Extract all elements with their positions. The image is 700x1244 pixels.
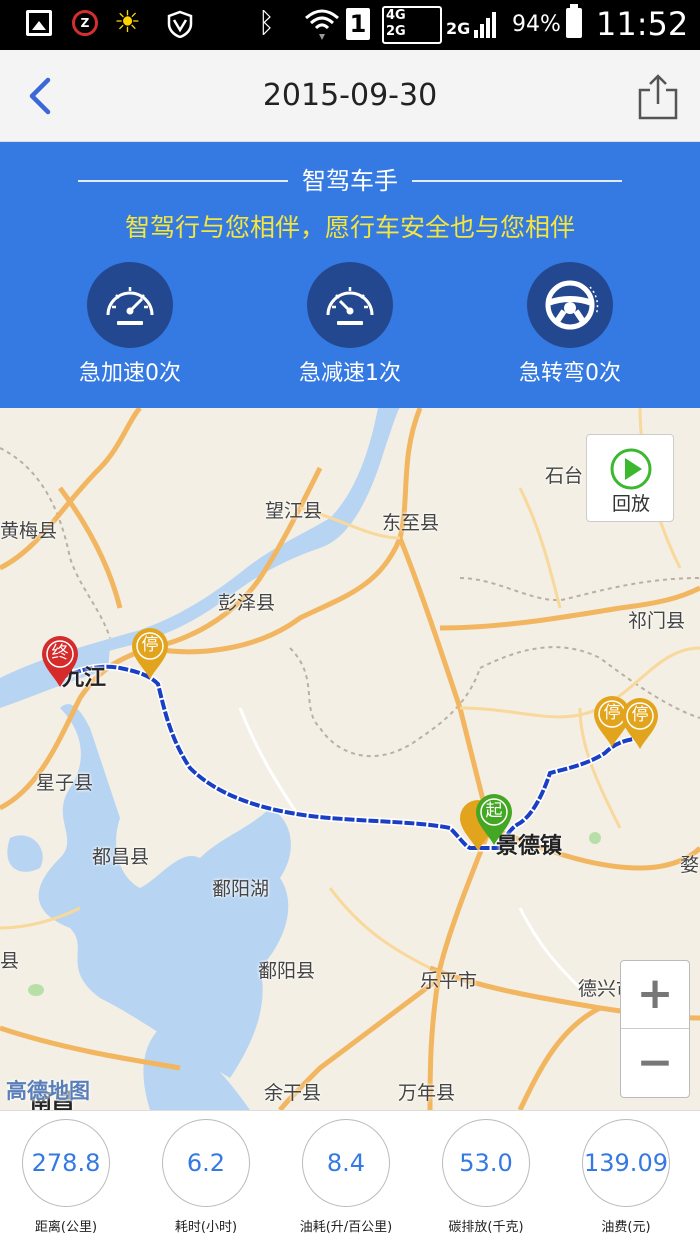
stat-label: 急加速0次 xyxy=(79,361,181,386)
map-label-huangmei: 黄梅县 xyxy=(0,520,58,542)
metric-label: 油费(元) xyxy=(601,1220,651,1235)
route-map[interactable]: 黄梅县 望江县 东至县 石台 彭泽县 祁门县 九江 星子县 都昌县 景德镇 鄱阳… xyxy=(0,408,700,1110)
zoom-in-button[interactable]: + xyxy=(621,961,689,1029)
sun-icon: ☀ xyxy=(114,5,141,40)
network-2g-top-label: 2G xyxy=(386,24,406,39)
stat-label: 急转弯0次 xyxy=(519,361,621,386)
map-label-leping: 乐平市 xyxy=(420,970,478,992)
stat-hard-acceleration: 急加速0次 xyxy=(40,262,220,390)
map-label-xingzi: 星子县 xyxy=(36,772,94,794)
steering-wheel-icon xyxy=(527,262,613,348)
map-label-duchang: 都昌县 xyxy=(92,846,150,868)
start-marker-label: 起 xyxy=(485,801,503,821)
stop-marker[interactable]: 停 xyxy=(130,628,170,680)
sim-slot-icon: 1 xyxy=(346,8,370,40)
network-4g-label: 4G xyxy=(386,8,406,23)
gallery-icon xyxy=(26,10,52,36)
battery-icon xyxy=(566,4,582,38)
stop-marker[interactable]: 停 xyxy=(620,698,660,750)
map-label-pengze: 彭泽县 xyxy=(218,592,276,614)
metric-label: 油耗(升/百公里) xyxy=(299,1220,393,1235)
signal-2g-label: 2G xyxy=(446,19,470,38)
signal-2g-icon: 2G xyxy=(446,12,496,38)
zoom-out-button[interactable]: − xyxy=(621,1030,689,1098)
map-label-poyang: 鄱阳县 xyxy=(258,960,316,982)
metric-fuel-cost: 139.09 油费(元) xyxy=(556,1119,696,1237)
divider-right xyxy=(412,180,622,182)
map-label-edge-xian: 县 xyxy=(0,950,20,972)
play-icon xyxy=(610,448,652,490)
metric-value: 139.09 xyxy=(582,1119,670,1207)
zoom-control: + − xyxy=(620,960,690,1098)
metric-distance: 278.8 距离(公里) xyxy=(0,1119,136,1237)
stop-marker-label: 停 xyxy=(631,705,649,725)
stat-sharp-turn: 急转弯0次 xyxy=(480,262,660,390)
map-label-wannian: 万年县 xyxy=(398,1082,456,1104)
map-label-qimen: 祁门县 xyxy=(628,610,686,632)
trip-detail-screen: Z ☀ ᛒ 1 4G 2G 2G 94% 11:52 2015-09-30 智驾… xyxy=(0,0,700,1244)
share-button[interactable] xyxy=(634,72,682,122)
metric-carbon-emission: 53.0 碳排放(千克) xyxy=(416,1119,556,1237)
banner-slogan: 智驾行与您相伴，愿行车安全也与您相伴 xyxy=(124,213,575,242)
map-label-shitai: 石台 xyxy=(545,465,584,487)
bluetooth-icon: ᛒ xyxy=(258,6,275,39)
end-marker-label: 终 xyxy=(51,643,69,663)
stop-marker-label: 停 xyxy=(141,635,159,655)
network-4g-icon: 4G 2G xyxy=(382,6,442,44)
metric-value: 8.4 xyxy=(302,1119,390,1207)
end-marker[interactable]: 终 xyxy=(40,636,80,688)
start-marker[interactable]: 起 xyxy=(474,794,514,846)
stat-label: 急减速1次 xyxy=(299,361,401,386)
replay-button[interactable]: 回放 xyxy=(586,434,674,522)
replay-label: 回放 xyxy=(611,493,650,515)
speedometer-icon xyxy=(87,262,173,348)
zapp-icon: Z xyxy=(72,10,98,36)
app-header: 2015-09-30 xyxy=(0,50,700,142)
metric-label: 距离(公里) xyxy=(34,1220,98,1235)
metric-duration: 6.2 耗时(小时) xyxy=(136,1119,276,1237)
battery-percent: 94% xyxy=(512,12,561,37)
map-label-poyanghu: 鄱阳湖 xyxy=(212,878,270,900)
wifi-icon xyxy=(305,9,339,40)
metric-label: 碳排放(千克) xyxy=(448,1220,524,1235)
stat-hard-braking: 急减速1次 xyxy=(260,262,440,390)
metric-value: 53.0 xyxy=(442,1119,530,1207)
page-title: 2015-09-30 xyxy=(262,78,438,113)
map-label-dongzhi: 东至县 xyxy=(382,512,440,534)
back-button[interactable] xyxy=(18,72,66,120)
metric-value: 6.2 xyxy=(162,1119,250,1207)
metric-label: 耗时(小时) xyxy=(174,1220,238,1235)
driver-banner: 智驾车手 智驾行与您相伴，愿行车安全也与您相伴 急加速0次 急减速1次 急转弯0… xyxy=(0,142,700,408)
metric-value: 278.8 xyxy=(22,1119,110,1207)
map-label-edge-wu: 婺 xyxy=(680,854,700,876)
map-label-yugan: 余干县 xyxy=(264,1082,322,1104)
speedometer-icon xyxy=(307,262,393,348)
map-provider-logo: 高德地图 xyxy=(6,1079,90,1103)
clock: 11:52 xyxy=(596,5,689,43)
trip-summary: 278.8 距离(公里) 6.2 耗时(小时) 8.4 油耗(升/百公里) 53… xyxy=(0,1110,700,1244)
metric-fuel-consumption: 8.4 油耗(升/百公里) xyxy=(276,1119,416,1237)
shield-icon xyxy=(167,10,193,38)
map-label-wangjiang: 望江县 xyxy=(265,500,323,522)
status-bar: Z ☀ ᛒ 1 4G 2G 2G 94% 11:52 xyxy=(0,0,700,50)
